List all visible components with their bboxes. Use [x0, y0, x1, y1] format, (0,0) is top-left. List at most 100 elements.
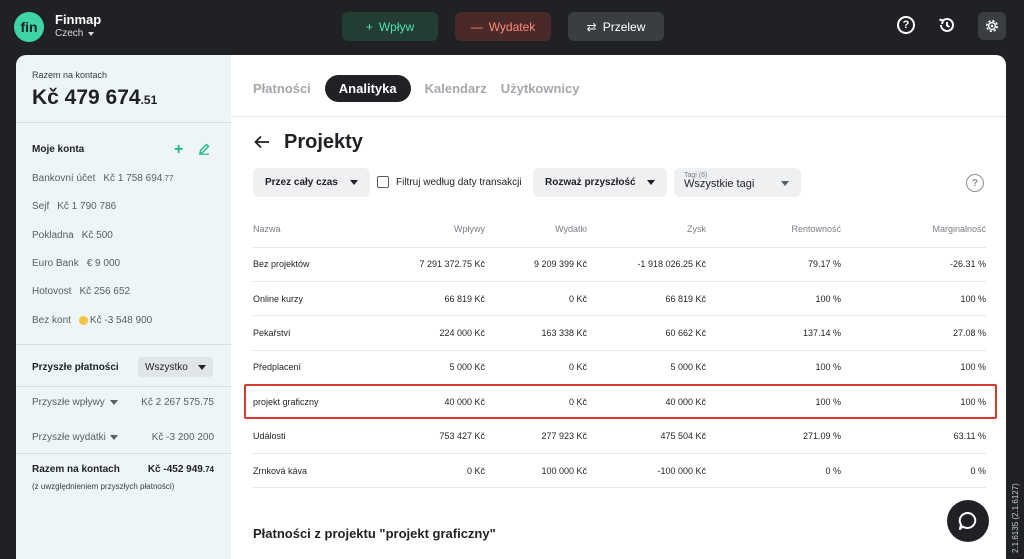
plus-icon: +	[365, 19, 373, 34]
add-transfer-button[interactable]: ⇄ Przelew	[568, 12, 664, 41]
chevron-down-icon	[350, 180, 358, 185]
account-item[interactable]: Bankovní účet Kč 1 758 694.77	[32, 173, 173, 184]
table-row[interactable]: Zrnková káva 0 Kč 100 000 Kč -100 000 Kč…	[253, 453, 986, 489]
account-item[interactable]: Hotovost Kč 256 652	[32, 286, 130, 297]
cell-expenses: 0 Kč	[485, 384, 587, 420]
chevron-down-icon	[647, 180, 655, 185]
tags-filter-dropdown[interactable]: Tagi (6) Wszystkie tagi	[674, 168, 801, 197]
tab-calendar[interactable]: Kalendarz	[425, 75, 487, 102]
cell-profit: 66 819 Kč	[587, 281, 706, 317]
cell-project-name: Zrnková káva	[253, 453, 403, 489]
account-name: Hotovost	[32, 286, 72, 297]
project-payments-title: Płatności z projektu "projekt graficzny"	[253, 526, 496, 541]
cell-expenses: 100 000 Kč	[485, 453, 587, 489]
table-row[interactable]: Předplacení 5 000 Kč 0 Kč 5 000 Kč 100 %…	[253, 350, 986, 386]
future-filter-dropdown[interactable]: Rozważ przyszłość	[533, 168, 667, 197]
help-icon: ?	[897, 16, 915, 34]
cell-project-name: projekt graficzny	[253, 384, 403, 420]
divider	[16, 122, 231, 123]
add-expense-label: Wydatek	[488, 19, 536, 34]
help-icon[interactable]: ?	[966, 174, 984, 192]
cell-expenses: 0 Kč	[485, 281, 587, 317]
account-name: Sejf	[32, 201, 50, 212]
cell-profit: -100 000 Kč	[587, 453, 706, 489]
cell-margin: 0 %	[841, 453, 986, 489]
account-name: Bankovní účet	[32, 173, 96, 184]
gear-icon	[986, 20, 998, 32]
account-item[interactable]: Pokladna Kč 500	[32, 230, 113, 241]
add-account-icon[interactable]: +	[174, 141, 183, 159]
column-header-margin[interactable]: Marginalność	[841, 211, 986, 248]
divider	[16, 453, 231, 454]
transaction-date-filter[interactable]: Filtruj według daty transakcji	[377, 176, 522, 188]
future-income-amount: Kč 2 267 575.75	[141, 397, 214, 408]
cell-expenses: 9 209 399 Kč	[485, 247, 587, 282]
total-main: Kč 479 674	[32, 86, 141, 109]
cell-margin: 100 %	[841, 281, 986, 317]
future-income-row[interactable]: Przyszłe wpływy Kč 2 267 575.75	[32, 397, 214, 408]
history-button[interactable]	[936, 14, 958, 36]
add-transfer-label: Przelew	[602, 19, 646, 34]
cell-profit: -1 918 026.25 Kč	[587, 247, 706, 282]
period-filter-dropdown[interactable]: Przez cały czas	[253, 168, 370, 197]
cell-income: 7 291 372.75 Kč	[403, 247, 485, 282]
account-item[interactable]: Euro Bank € 9 000	[32, 258, 120, 269]
account-amount: Kč 256 652	[79, 286, 131, 297]
cell-margin: -26.31 %	[841, 247, 986, 282]
cell-profit: 475 504 Kč	[587, 418, 706, 454]
account-amount: Kč 1 790 786	[57, 201, 117, 212]
company-selector[interactable]: Czech	[55, 28, 95, 39]
projected-total-label: Razem na kontach	[32, 464, 120, 475]
chevron-down-icon	[110, 435, 118, 440]
column-header-income[interactable]: Wpływy	[403, 211, 485, 248]
settings-button[interactable]	[978, 12, 1006, 40]
future-payments-filter[interactable]: Wszystko	[138, 357, 213, 377]
tab-bar: Płatności Analityka Kalendarz Użytkownic…	[253, 75, 580, 102]
account-amount-decimal: .77	[162, 174, 174, 183]
cell-income: 5 000 Kč	[403, 350, 485, 386]
column-header-profitability[interactable]: Rentowność	[706, 211, 841, 248]
cell-income: 40 000 Kč	[403, 384, 485, 420]
column-header-profit[interactable]: Zysk	[587, 211, 706, 248]
cell-project-name: Předplacení	[253, 350, 403, 386]
account-item[interactable]: Bez kont Kč -3 548 900	[32, 315, 152, 326]
account-amount: € 9 000	[86, 258, 121, 269]
edit-pencil-icon[interactable]	[198, 143, 210, 155]
help-button[interactable]: ?	[895, 14, 917, 36]
column-header-expenses[interactable]: Wydatki	[485, 211, 587, 248]
cell-margin: 100 %	[841, 350, 986, 386]
finmap-logo[interactable]: fin	[14, 12, 44, 42]
add-income-button[interactable]: + Wpływ	[342, 12, 438, 41]
future-expense-row[interactable]: Przyszłe wydatki Kč -3 200 200	[32, 432, 214, 443]
app-version: 2.1.6135 (2.1.6127)	[1011, 483, 1020, 553]
chat-support-button[interactable]	[947, 500, 989, 542]
future-payments-title: Przyszłe płatności	[32, 362, 119, 373]
back-arrow-icon[interactable]	[254, 135, 270, 149]
tab-payments[interactable]: Płatności	[253, 75, 311, 102]
tab-users[interactable]: Użytkownicy	[501, 75, 580, 102]
chat-bubble-icon	[958, 511, 977, 530]
table-header-row: Nazwa Wpływy Wydatki Zysk Rentowność Mar…	[253, 211, 986, 248]
add-expense-button[interactable]: — Wydatek	[455, 12, 551, 41]
period-filter-value: Przez cały czas	[265, 177, 338, 188]
cell-income: 66 819 Kč	[403, 281, 485, 317]
table-row[interactable]: Bez projektów 7 291 372.75 Kč 9 209 399 …	[253, 247, 986, 282]
cell-profitability: 100 %	[706, 384, 841, 420]
table-row[interactable]: Pekařství 224 000 Kč 163 338 Kč 60 662 K…	[253, 315, 986, 351]
table-row[interactable]: Události 753 427 Kč 277 923 Kč 475 504 K…	[253, 418, 986, 454]
tab-analytics[interactable]: Analityka	[324, 75, 411, 102]
chevron-down-icon	[110, 400, 118, 405]
cell-profitability: 79.17 %	[706, 247, 841, 282]
account-amount: Kč 1 758 694.77	[103, 173, 173, 184]
table-row[interactable]: Online kurzy 66 819 Kč 0 Kč 66 819 Kč 10…	[253, 281, 986, 317]
divider	[16, 386, 231, 387]
transaction-date-checkbox[interactable]	[377, 176, 389, 188]
table-row-selected[interactable]: projekt graficzny 40 000 Kč 0 Kč 40 000 …	[253, 384, 986, 420]
account-item[interactable]: Sejf Kč 1 790 786	[32, 201, 116, 212]
cell-expenses: 277 923 Kč	[485, 418, 587, 454]
history-icon	[939, 17, 954, 32]
cell-profit: 5 000 Kč	[587, 350, 706, 386]
column-header-name[interactable]: Nazwa	[253, 211, 403, 248]
coin-icon	[78, 315, 88, 325]
cell-profitability: 137.14 %	[706, 315, 841, 351]
